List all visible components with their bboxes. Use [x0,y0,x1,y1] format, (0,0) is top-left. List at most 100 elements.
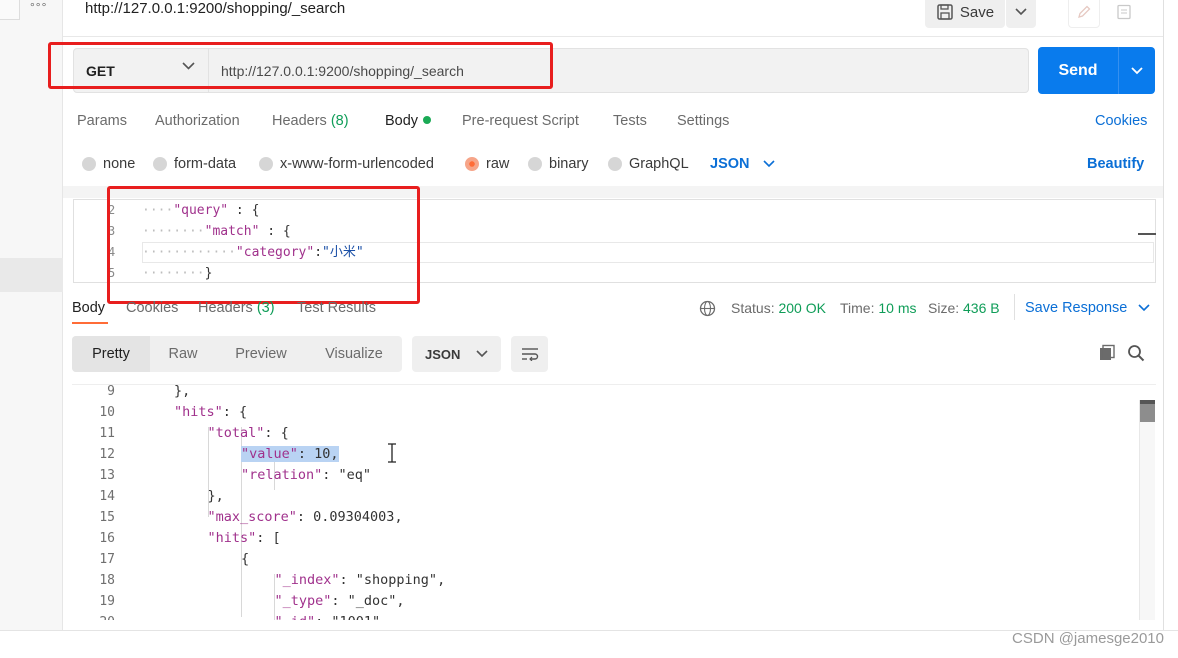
view-preview[interactable]: Preview [216,336,306,372]
body-type-raw[interactable]: raw [465,156,509,172]
size-value: 436 B [963,300,1000,316]
json-value: : "shopping", [339,572,446,588]
body-type-graphql[interactable]: GraphQL [608,156,689,172]
view-pretty[interactable]: Pretty [72,336,150,372]
body-type-binary[interactable]: binary [528,156,589,172]
radio-none[interactable] [82,157,96,171]
tab-tests[interactable]: Tests [613,113,647,129]
code-text: }, [208,486,224,507]
raw-format-select[interactable]: JSON [710,156,750,172]
line-number: 14 [99,489,115,504]
json-key: "hits" [174,404,223,420]
response-code-line: 11 "total": { [72,423,1156,444]
sidebar-tab-corner[interactable] [0,0,20,20]
view-visualize[interactable]: Visualize [306,336,402,372]
documentation-button[interactable] [1108,0,1140,28]
edit-button[interactable] [1068,0,1100,28]
text-cursor-icon [388,443,396,463]
tab-prerequest-script[interactable]: Pre-request Script [462,113,579,129]
body-type-none-label: none [103,156,136,172]
globe-icon[interactable] [699,300,716,317]
response-tab-body[interactable]: Body [72,300,105,316]
body-type-form-data-label: form-data [174,156,237,172]
json-value: : { [264,425,289,441]
save-options-button[interactable] [1006,0,1036,28]
chevron-down-icon[interactable] [763,160,775,168]
tab-params[interactable]: Params [77,113,127,129]
time-indicator[interactable]: Time: 10 ms [840,300,917,316]
response-tab-headers[interactable]: Headers (3) [198,300,275,316]
json-value: : "1001", [315,614,388,620]
status-indicator[interactable]: Status: 200 OK [731,300,826,316]
radio-graphql[interactable] [608,157,622,171]
tab-authorization[interactable]: Authorization [155,113,240,129]
radio-form-data[interactable] [153,157,167,171]
json-punct: }, [207,488,224,504]
send-options-button[interactable] [1118,47,1155,94]
beautify-button[interactable]: Beautify [1087,156,1144,172]
tab-headers-label: Headers [272,113,327,129]
search-icon[interactable] [1127,344,1145,362]
response-tab-cookies[interactable]: Cookies [126,300,178,316]
body-type-form-data[interactable]: form-data [153,156,236,172]
code-text: "total": { [208,423,289,444]
cookies-link[interactable]: Cookies [1095,113,1147,129]
line-number: 12 [99,447,115,462]
request-title[interactable]: http://127.0.0.1:9200/shopping/_search [85,0,345,17]
watermark: CSDN @jamesge2010 [1012,630,1164,647]
radio-urlencoded[interactable] [259,157,273,171]
save-label: Save [959,3,995,21]
code-text: "_type": "_doc", [275,591,405,612]
wrap-lines-button[interactable] [511,336,548,372]
right-border [1163,0,1164,630]
send-button[interactable]: Send [1038,47,1118,94]
chevron-down-icon[interactable] [1138,304,1150,312]
view-raw[interactable]: Raw [150,336,216,372]
response-code-line: 13 "relation": "eq" [72,465,1156,486]
pencil-icon [1078,5,1091,18]
tab-settings[interactable]: Settings [677,113,729,129]
line-number: 18 [99,573,115,588]
response-code-line: 14}, [72,486,1156,507]
json-punct: }, [174,384,191,399]
line-number: 13 [99,468,115,483]
code-text: "value": 10, [241,444,339,465]
response-body-viewer[interactable]: 9}, 10 "hits": {11 "total": {12 "value": 10,… [72,384,1156,620]
tab-headers[interactable]: Headers (8) [272,113,349,129]
response-code-line: 9}, [72,384,1156,402]
red-annotation-box [107,186,420,304]
line-number: 19 [99,594,115,609]
line-number: 11 [99,426,115,441]
response-code-line: 17 { [72,549,1156,570]
radio-binary[interactable] [528,157,542,171]
code-text: "hits": { [174,402,247,423]
size-label: Size: [928,300,960,316]
save-response-button[interactable]: Save Response [1025,300,1127,316]
json-value: : 0.09304003, [296,509,403,525]
response-scrollbar[interactable] [1139,400,1155,620]
response-tab-headers-label: Headers [198,300,253,316]
wrap-lines-icon [521,348,538,361]
body-type-urlencoded[interactable]: x-www-form-urlencoded [259,156,434,172]
response-code-line: 20 "_id": "1001", [72,612,1156,620]
send-label: Send [1058,61,1098,79]
response-format-label: JSON [425,346,461,362]
red-annotation-box [48,42,553,89]
sidebar-strip: °°° [0,0,63,630]
json-key: "max_score" [207,509,297,525]
copy-icon[interactable] [1098,344,1116,362]
status-divider [1014,294,1015,320]
response-format-select[interactable]: JSON [412,336,501,372]
sidebar-selected-item[interactable] [0,258,63,292]
body-type-none[interactable]: none [82,156,135,172]
line-number: 20 [72,612,115,620]
tab-body[interactable]: Body [385,113,432,129]
status-bar [0,630,1178,658]
time-value: 10 ms [878,300,917,316]
more-icon[interactable]: °°° [30,0,47,14]
size-indicator[interactable]: Size: 436 B [928,300,1000,316]
radio-raw[interactable] [465,157,479,171]
tab-body-label: Body [385,113,419,129]
save-button[interactable]: Save [925,0,1005,28]
response-tab-test-results[interactable]: Test Results [297,300,376,316]
